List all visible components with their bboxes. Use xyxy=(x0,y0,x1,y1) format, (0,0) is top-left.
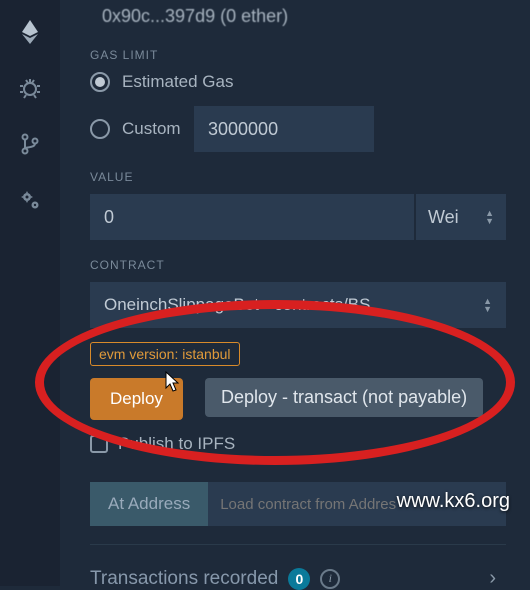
gas-custom-label: Custom xyxy=(122,119,182,139)
settings-gear-icon[interactable] xyxy=(16,186,44,214)
chevron-updown-icon: ▲▼ xyxy=(483,297,492,313)
value-label: VALUE xyxy=(90,170,506,184)
transactions-recorded-row[interactable]: Transactions recorded 0 i › xyxy=(90,567,506,590)
value-amount-input[interactable] xyxy=(90,194,414,240)
transactions-count-badge: 0 xyxy=(288,568,310,590)
contract-selected-text: OneinchSlippageBot - contracts/BS xyxy=(104,295,370,315)
gas-estimated-label: Estimated Gas xyxy=(122,72,234,92)
chevron-updown-icon: ▲▼ xyxy=(485,209,494,225)
publish-ipfs-label: Publish to IPFS xyxy=(118,434,235,454)
ethereum-logo-icon[interactable] xyxy=(16,18,44,46)
chevron-right-icon: › xyxy=(489,567,496,590)
sidebar xyxy=(0,0,60,586)
contract-select[interactable]: OneinchSlippageBot - contracts/BS ▲▼ xyxy=(90,282,506,328)
deploy-tooltip: Deploy - transact (not payable) xyxy=(205,378,483,417)
bug-icon[interactable] xyxy=(16,74,44,102)
radio-unselected-icon xyxy=(90,119,110,139)
radio-selected-icon xyxy=(90,72,110,92)
checkbox-icon xyxy=(90,435,108,453)
account-selector[interactable]: 0x90c...397d9 (0 ether) xyxy=(90,0,506,30)
publish-ipfs-option[interactable]: Publish to IPFS xyxy=(90,434,506,454)
divider xyxy=(90,544,506,545)
gas-estimated-option[interactable]: Estimated Gas xyxy=(90,72,506,92)
watermark-text: www.kx6.org xyxy=(397,490,510,513)
value-unit-select[interactable]: Wei ▲▼ xyxy=(416,194,506,240)
contract-label: CONTRACT xyxy=(90,258,506,272)
value-unit-text: Wei xyxy=(428,207,459,228)
gas-limit-label: GAS LIMIT xyxy=(90,48,506,62)
gas-custom-option[interactable]: Custom xyxy=(90,106,506,152)
at-address-button[interactable]: At Address xyxy=(90,482,208,526)
deploy-button[interactable]: Deploy xyxy=(90,378,183,420)
transactions-label: Transactions recorded xyxy=(90,568,278,590)
branch-icon[interactable] xyxy=(16,130,44,158)
gas-custom-input[interactable] xyxy=(194,106,374,152)
evm-version-tag: evm version: istanbul xyxy=(90,342,240,366)
